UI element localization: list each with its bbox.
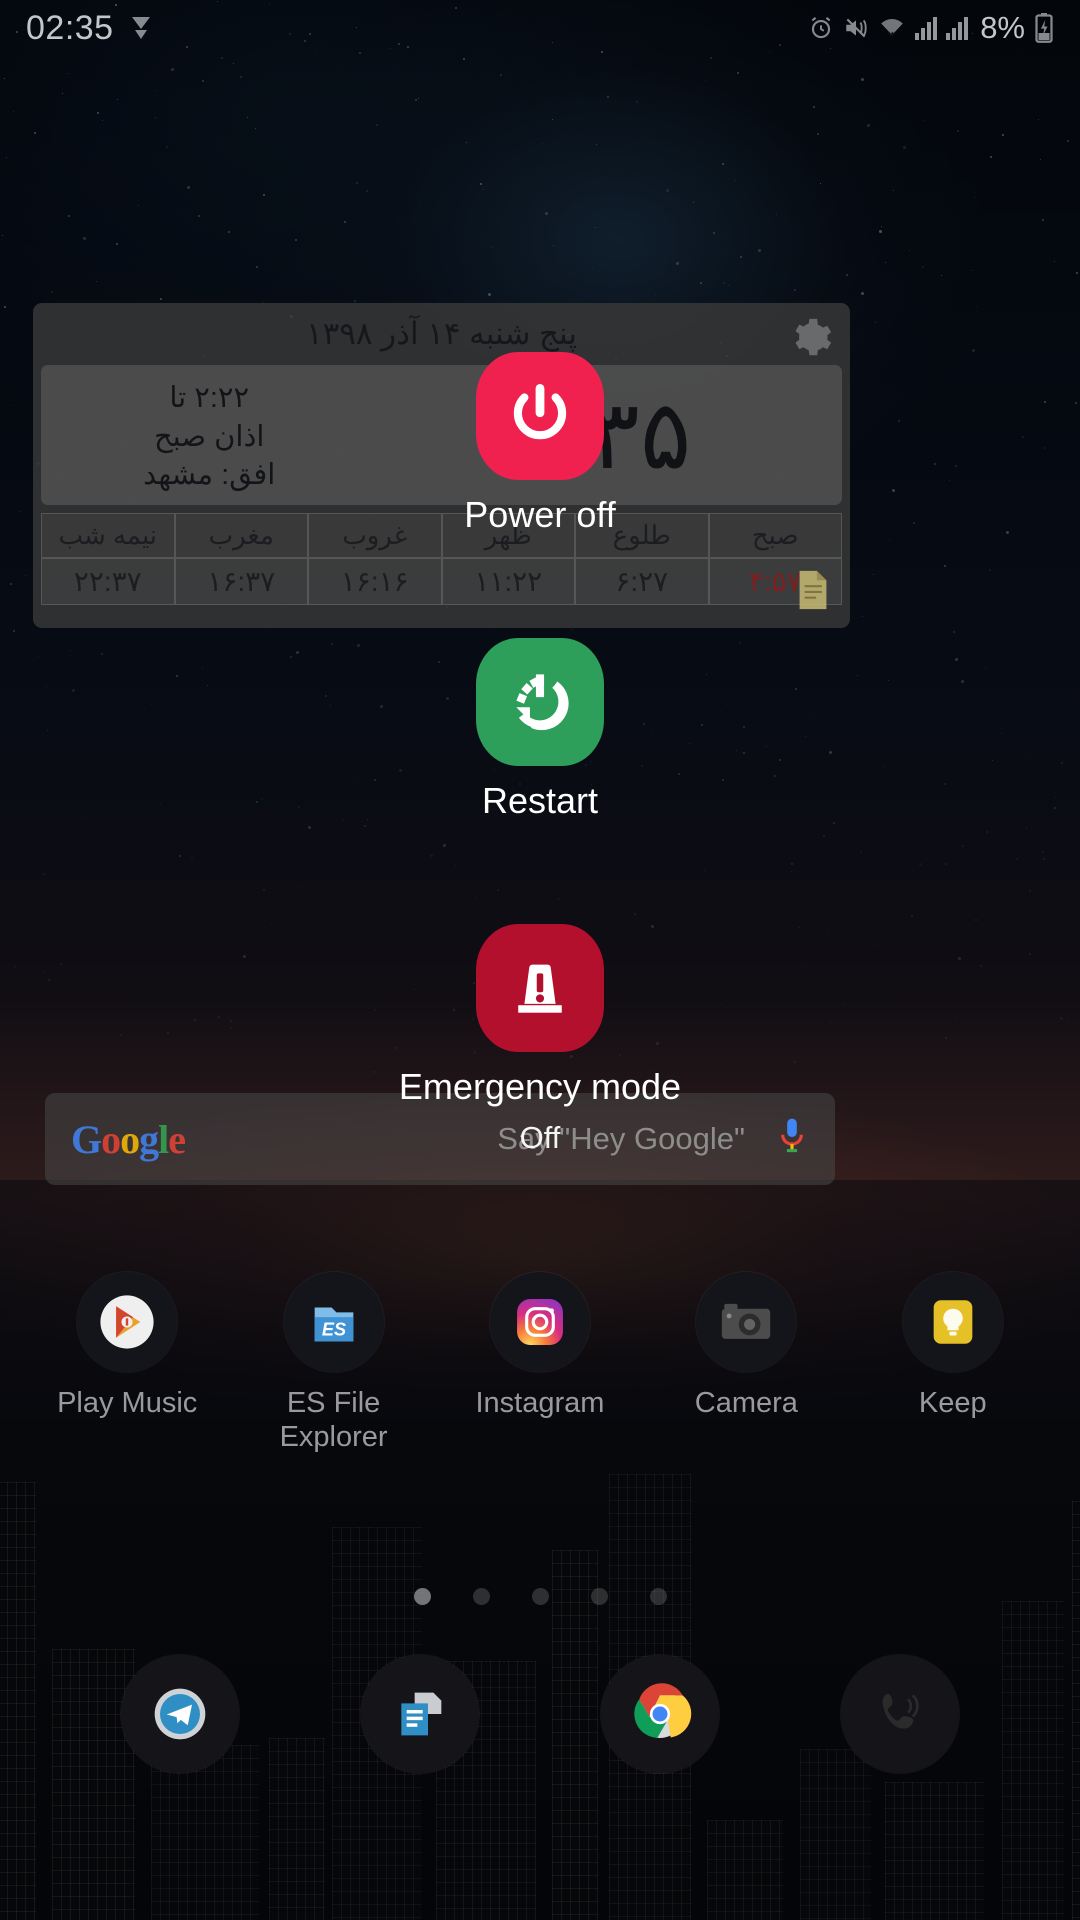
- emergency-mode-status: Off: [0, 1120, 1080, 1156]
- emergency-beacon-icon: [501, 949, 579, 1027]
- restart-option[interactable]: Restart: [0, 638, 1080, 822]
- restart-label: Restart: [0, 780, 1080, 822]
- power-icon: [501, 377, 579, 455]
- restart-icon: [501, 663, 579, 741]
- restart-button[interactable]: [476, 638, 604, 766]
- power-off-label: Power off: [0, 494, 1080, 536]
- emergency-mode-option[interactable]: Emergency mode Off: [0, 924, 1080, 1156]
- power-menu-overlay: Power off Restart Emergency mode Off: [0, 0, 1080, 1920]
- power-off-option[interactable]: Power off: [0, 352, 1080, 536]
- emergency-mode-label: Emergency mode: [0, 1066, 1080, 1108]
- emergency-mode-button[interactable]: [476, 924, 604, 1052]
- power-off-button[interactable]: [476, 352, 604, 480]
